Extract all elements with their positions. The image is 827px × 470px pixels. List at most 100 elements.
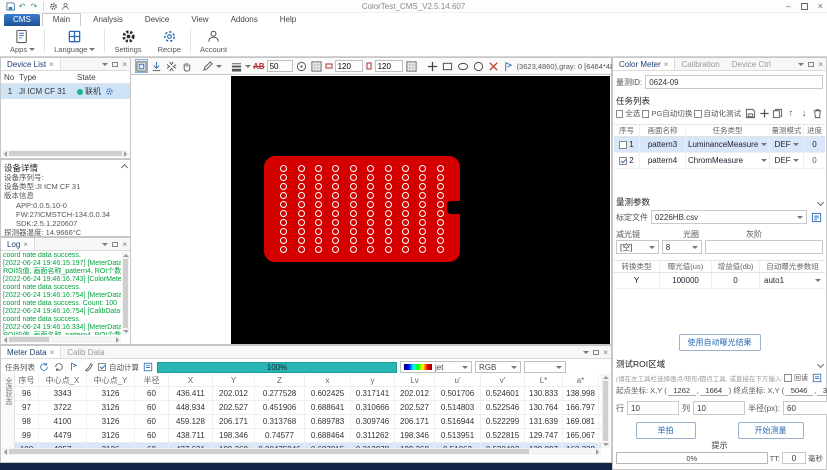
- nd-filter-select[interactable]: [空]: [616, 240, 659, 254]
- float-icon[interactable]: [808, 62, 814, 67]
- start-x-input[interactable]: [668, 386, 696, 396]
- close-icon[interactable]: ×: [122, 60, 127, 69]
- auto-test-checkbox[interactable]: [694, 110, 701, 118]
- recipe-button[interactable]: Recipe: [150, 27, 189, 55]
- tab-log[interactable]: Log×: [1, 238, 35, 250]
- float-icon[interactable]: [112, 62, 118, 67]
- circle-roi-button[interactable]: [472, 59, 485, 73]
- save-icon[interactable]: [4, 1, 16, 12]
- cols-input[interactable]: [693, 401, 745, 415]
- measure-id-input[interactable]: [645, 75, 823, 89]
- float-icon[interactable]: [112, 242, 118, 247]
- gear-icon[interactable]: [47, 1, 59, 12]
- colormap-select[interactable]: jet: [400, 361, 472, 373]
- label-visibility-toggle[interactable]: AB: [253, 62, 265, 71]
- save-image-button[interactable]: [150, 59, 163, 73]
- dropdown-icon[interactable]: [583, 351, 589, 354]
- meter-table-row[interactable]: 973722312660448.934202.5270.4519060.6886…: [15, 401, 601, 415]
- calib-file-select[interactable]: 0226HB.csv: [651, 210, 807, 224]
- center-view-button[interactable]: [165, 59, 178, 73]
- menu-cms-button[interactable]: CMS: [4, 14, 40, 26]
- collapse-icon[interactable]: [817, 198, 824, 205]
- menu-item-help[interactable]: Help: [270, 14, 306, 26]
- horizontal-scrollbar[interactable]: [2, 150, 129, 157]
- auto-calc-checkbox[interactable]: [98, 363, 106, 371]
- dropdown-icon[interactable]: [815, 279, 821, 282]
- add-point-button[interactable]: [426, 59, 439, 73]
- start-measure-button[interactable]: 开始测量: [738, 422, 804, 439]
- minimize-button[interactable]: –: [786, 1, 791, 11]
- language-button[interactable]: Language: [46, 27, 103, 55]
- close-icon[interactable]: ×: [818, 60, 823, 69]
- dropdown-icon[interactable]: [793, 143, 799, 146]
- close-icon[interactable]: ×: [50, 348, 55, 357]
- settings-button[interactable]: Settings: [106, 27, 149, 55]
- tab-meter-data[interactable]: Meter Data×: [1, 346, 61, 358]
- move-up-icon[interactable]: ↑: [785, 107, 796, 120]
- roi-form-icon[interactable]: [810, 371, 823, 384]
- task-checkbox[interactable]: [619, 157, 627, 165]
- ellipse-roi-button[interactable]: [456, 59, 470, 73]
- fit-view-button[interactable]: [135, 59, 148, 73]
- gray-input[interactable]: [705, 240, 823, 254]
- vertical-scrollbar[interactable]: [122, 252, 129, 335]
- dropdown-icon[interactable]: [761, 143, 767, 146]
- start-y-input[interactable]: [700, 386, 728, 396]
- task-checkbox[interactable]: [619, 141, 627, 149]
- user-icon[interactable]: [59, 1, 71, 12]
- close-icon[interactable]: ×: [49, 60, 54, 69]
- radius-input[interactable]: [783, 401, 827, 415]
- select-state-side-label[interactable]: 全选状态: [2, 374, 15, 448]
- task-row[interactable]: 2 pattern4 ChromMeasure DEF 0: [614, 153, 825, 169]
- aperture-select[interactable]: 8: [662, 240, 702, 254]
- menu-item-addons[interactable]: Addons: [221, 14, 268, 26]
- dropdown-icon[interactable]: [102, 243, 108, 246]
- export-icon[interactable]: [142, 361, 154, 373]
- rows-input[interactable]: [627, 401, 679, 415]
- rect-roi-button[interactable]: [441, 59, 454, 73]
- close-icon[interactable]: ×: [122, 240, 127, 249]
- color-mode-select[interactable]: RGB: [475, 361, 521, 373]
- save-tasks-icon[interactable]: [745, 107, 756, 120]
- meter-table-row[interactable]: 963343312660436.411202.0120.2775280.6024…: [15, 387, 601, 401]
- dropdown-icon[interactable]: [102, 63, 108, 66]
- recalc-icon[interactable]: [53, 361, 65, 373]
- line-width-dropdown-icon[interactable]: [245, 65, 251, 68]
- horizontal-scrollbar[interactable]: [2, 336, 121, 343]
- close-icon[interactable]: ×: [603, 348, 608, 357]
- refresh-icon[interactable]: [38, 361, 50, 373]
- grid-apply-button[interactable]: [405, 59, 418, 73]
- add-task-icon[interactable]: [758, 107, 769, 120]
- close-icon[interactable]: ×: [664, 60, 669, 69]
- tab-device-list[interactable]: Device List×: [1, 58, 61, 70]
- apps-button[interactable]: Apps: [2, 27, 43, 55]
- account-button[interactable]: Account: [192, 27, 235, 55]
- line-width-button[interactable]: [230, 59, 243, 73]
- edit-calib-icon[interactable]: [810, 211, 823, 224]
- dropdown-icon[interactable]: [761, 159, 767, 162]
- undo-icon[interactable]: ↶: [16, 1, 28, 12]
- tab-calibration[interactable]: Calibration: [675, 58, 725, 70]
- collapse-icon[interactable]: [817, 360, 824, 367]
- single-shot-button[interactable]: 单拍: [636, 422, 696, 439]
- tab-device-ctrl[interactable]: Device Ctrl: [726, 58, 777, 70]
- copy-task-icon[interactable]: [772, 107, 783, 120]
- close-button[interactable]: ×: [818, 1, 823, 11]
- tab-calib-data[interactable]: Calib Data: [61, 346, 110, 358]
- tab-color-meter[interactable]: Color Meter×: [613, 58, 675, 70]
- end-y-input[interactable]: [817, 386, 827, 396]
- collapse-icon[interactable]: [121, 164, 128, 171]
- extra-select[interactable]: [524, 361, 566, 373]
- meter-table-row[interactable]: 984100312660459.128206.1710.3137680.6897…: [15, 415, 601, 429]
- maximize-button[interactable]: [801, 3, 808, 10]
- clear-icon[interactable]: [83, 361, 95, 373]
- lasso-button[interactable]: [502, 59, 515, 73]
- move-down-icon[interactable]: ↓: [798, 107, 809, 120]
- meter-table-row[interactable]: 994479312660438.711198.3460.745770.68846…: [15, 429, 601, 443]
- grid-button[interactable]: [310, 59, 323, 73]
- delete-roi-button[interactable]: [487, 59, 500, 73]
- roi-height-input[interactable]: [375, 60, 403, 72]
- device-row[interactable]: 1 JI ICM CF 31 联机: [1, 84, 130, 99]
- roi-width-input[interactable]: [335, 60, 363, 72]
- lasso-select-icon[interactable]: [68, 361, 80, 373]
